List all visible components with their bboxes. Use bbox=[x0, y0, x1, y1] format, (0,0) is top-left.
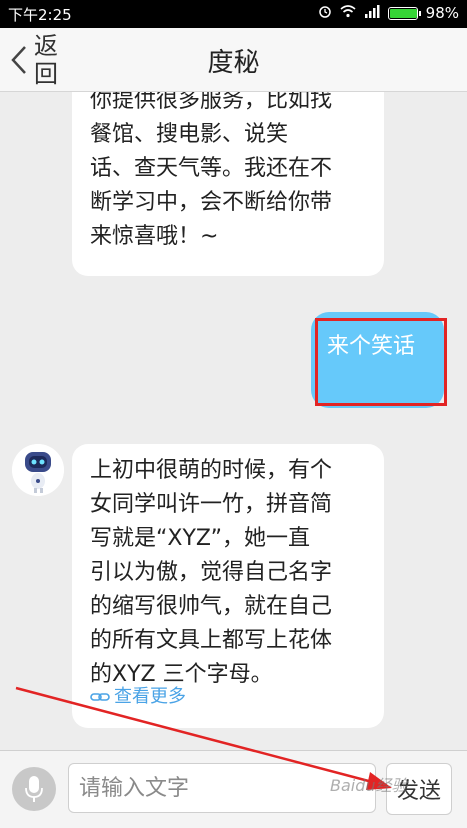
message-text: 你提供很多服务，比如找 餐馆、搜电影、说笑 话、查天气等。我还在不 断学习中，会… bbox=[90, 92, 333, 249]
voice-button[interactable] bbox=[12, 767, 56, 811]
highlight-box bbox=[315, 318, 447, 406]
watermark: Baidu经验 bbox=[330, 776, 408, 795]
view-more-link[interactable]: 查看更多 bbox=[90, 680, 186, 714]
status-bar: 下午2:25 98% bbox=[0, 0, 467, 28]
bot-message-bubble: 你提供很多服务，比如找 餐馆、搜电影、说笑 话、查天气等。我还在不 断学习中，会… bbox=[72, 92, 384, 276]
microphone-icon bbox=[25, 776, 43, 802]
bot-avatar[interactable] bbox=[12, 444, 64, 496]
page-title: 度秘 bbox=[207, 48, 260, 78]
bot-message-bubble: 上初中很萌的时候，有个 女同学叫许一竹，拼音简 写就是“XYZ”，她一直 引以为… bbox=[72, 444, 384, 728]
wifi-icon bbox=[340, 4, 356, 22]
status-icons: 98% bbox=[318, 4, 459, 22]
message-text: 上初中很萌的时候，有个 女同学叫许一竹，拼音简 写就是“XYZ”，她一直 引以为… bbox=[90, 458, 333, 687]
status-time: 下午2:25 bbox=[8, 6, 72, 24]
chat-area[interactable]: 你提供很多服务，比如找 餐馆、搜电影、说笑 话、查天气等。我还在不 断学习中，会… bbox=[0, 92, 467, 750]
alarm-icon bbox=[318, 4, 332, 22]
header: 返回 度秘 bbox=[0, 28, 467, 92]
signal-icon bbox=[364, 4, 380, 22]
battery-percent: 98% bbox=[425, 4, 459, 22]
link-icon bbox=[90, 693, 110, 701]
robot-icon bbox=[12, 444, 64, 496]
view-more-label: 查看更多 bbox=[114, 686, 186, 707]
battery-icon bbox=[387, 6, 421, 20]
